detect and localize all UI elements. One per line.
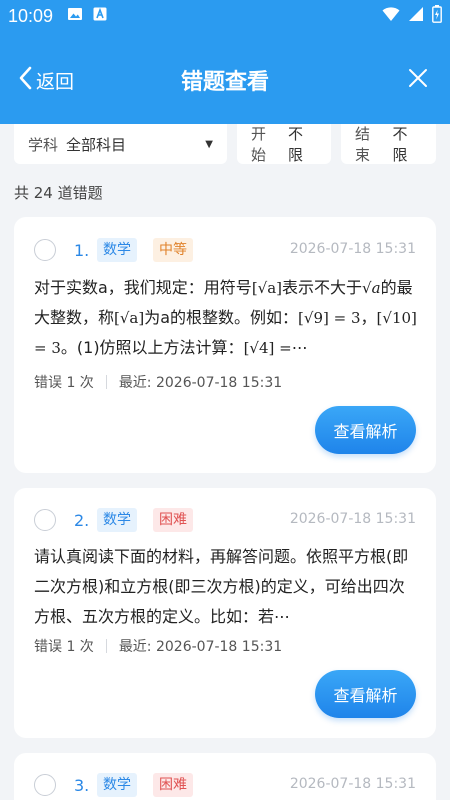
caret-down-icon: ▼: [205, 138, 213, 150]
cellular-signal-icon: [408, 6, 424, 27]
question-meta: 错误 1 次 最近: 2026-07-18 15:31: [34, 372, 282, 392]
app-notification-icon: [93, 6, 107, 26]
difficulty-tag: 中等: [153, 238, 193, 262]
question-date: 2026-07-18 15:31: [289, 511, 416, 527]
start-date-filter[interactable]: 开始 不限: [237, 124, 331, 164]
start-filter-label: 开始: [251, 125, 267, 164]
question-text: 对于实数a，我们规定：用符号[√a]表示不大于√a的最大整数，称[√a]为a的根…: [34, 278, 417, 357]
battery-icon: [432, 4, 442, 28]
end-filter-value: 不限: [392, 125, 408, 164]
app-header: 返回 错题查看: [0, 32, 450, 124]
subject-filter-label: 学科: [28, 135, 59, 154]
select-checkbox[interactable]: [34, 239, 56, 261]
subject-tag: 数学: [97, 238, 137, 262]
subject-filter-dropdown[interactable]: 学科 全部科目 ▼: [14, 124, 227, 164]
select-checkbox[interactable]: [34, 774, 56, 796]
recent-date: 最近: 2026-07-18 15:31: [118, 375, 283, 391]
question-card[interactable]: 1. 数学 中等 2026-07-18 15:31 对于实数a，我们规定：用符号…: [14, 217, 436, 473]
question-text: 请认真阅读下面的材料，再解答问题。依照平方根(即二次方根)和立方根(即三次方根)…: [34, 547, 409, 626]
wifi-icon: [382, 6, 400, 27]
view-analysis-button[interactable]: 查看解析: [315, 670, 416, 718]
question-date: 2026-07-18 15:31: [289, 776, 416, 792]
close-button[interactable]: [408, 68, 428, 92]
question-number: 2.: [74, 511, 90, 530]
total-count: 共 24 道错题: [14, 184, 103, 202]
difficulty-tag: 困难: [153, 508, 193, 532]
start-filter-value: 不限: [288, 125, 304, 164]
question-card[interactable]: 3. 数学 困难 2026-07-18 15:31: [14, 753, 436, 800]
image-notification-icon: [67, 6, 83, 27]
status-time: 10:09: [8, 5, 54, 26]
error-count: 错误 1 次: [34, 375, 94, 391]
end-date-filter[interactable]: 结束 不限: [341, 124, 436, 164]
error-count: 错误 1 次: [34, 639, 94, 655]
question-card[interactable]: 2. 数学 困难 2026-07-18 15:31 请认真阅读下面的材料，再解答…: [14, 488, 436, 738]
subject-tag: 数学: [97, 508, 137, 532]
question-date: 2026-07-18 15:31: [289, 241, 416, 257]
question-meta: 错误 1 次 最近: 2026-07-18 15:31: [34, 636, 282, 656]
difficulty-tag: 困难: [153, 773, 193, 797]
question-number: 1.: [74, 241, 90, 260]
close-icon: [408, 69, 428, 92]
subject-filter-value: 全部科目: [66, 135, 127, 154]
recent-date: 最近: 2026-07-18 15:31: [118, 639, 283, 655]
filter-bar: 学科 全部科目 ▼ 开始 不限 结束 不限: [0, 124, 450, 172]
question-number: 3.: [74, 776, 90, 795]
status-bar: 10:09: [0, 0, 450, 32]
page-title: 错题查看: [180, 70, 269, 95]
subject-tag: 数学: [97, 773, 137, 797]
select-checkbox[interactable]: [34, 509, 56, 531]
end-filter-label: 结束: [355, 125, 371, 164]
view-analysis-button[interactable]: 查看解析: [315, 406, 416, 454]
